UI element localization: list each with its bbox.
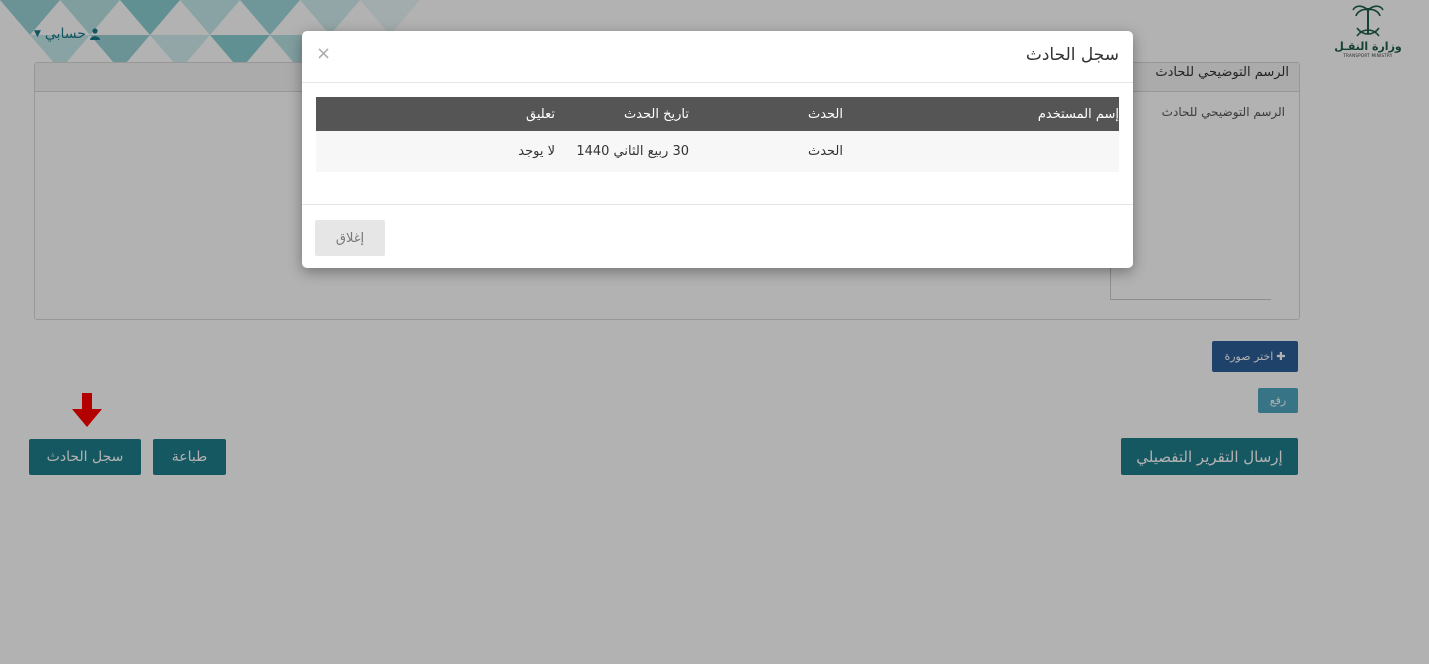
column-header-user: إسم المستخدم <box>843 97 1119 131</box>
close-icon[interactable]: × <box>316 43 331 64</box>
close-button[interactable]: إغلاق <box>315 220 385 256</box>
incident-log-modal: سجل الحادث × إسم المستخدم الحدث تاريخ ال… <box>302 31 1133 268</box>
column-header-comment: تعليق <box>316 97 555 131</box>
cell-user <box>843 131 1119 172</box>
incident-log-table: إسم المستخدم الحدث تاريخ الحدث تعليق الح… <box>316 97 1119 172</box>
modal-body: إسم المستخدم الحدث تاريخ الحدث تعليق الح… <box>316 97 1119 172</box>
cell-event: الحدث <box>689 131 843 172</box>
cell-date: 30 ربيع الثاني 1440 <box>555 131 689 172</box>
table-header-row: إسم المستخدم الحدث تاريخ الحدث تعليق <box>316 97 1119 131</box>
column-header-event: الحدث <box>689 97 843 131</box>
cell-comment: لا يوجد <box>316 131 555 172</box>
modal-title: سجل الحادث <box>1025 45 1119 65</box>
table-row: الحدث 30 ربيع الثاني 1440 لا يوجد <box>316 131 1119 172</box>
modal-header: سجل الحادث × <box>302 31 1133 83</box>
column-header-date: تاريخ الحدث <box>555 97 689 131</box>
modal-footer: إغلاق <box>302 204 1133 269</box>
